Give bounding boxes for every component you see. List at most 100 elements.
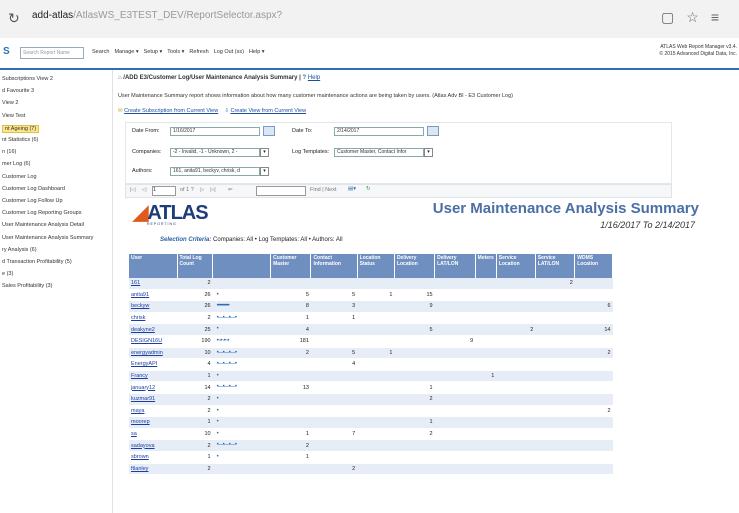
menu-item[interactable]: Help ▾ [249,49,265,55]
sidebar-item[interactable]: nt Statistics (6) [2,137,38,143]
app-logo-icon: S [3,46,10,57]
menu-item[interactable]: Setup ▾ [144,49,163,55]
menu-item[interactable]: Refresh [189,49,208,55]
address-bar[interactable]: add-atlas/AtlasWS_E3TEST_DEV/ReportSelec… [32,10,282,21]
log-templates-select[interactable]: Customer Master, Contact Infor [334,148,424,157]
calendar-icon[interactable] [427,126,439,136]
user-link[interactable]: anita91 [129,289,177,302]
table-cell [535,335,575,348]
sidebar-item[interactable]: View 2 [2,100,18,106]
column-header[interactable]: Total Log Count [177,254,214,278]
refresh-icon[interactable]: ↻ [8,11,22,25]
search-report-input[interactable]: Search Report Name [20,47,84,59]
hub-icon[interactable]: ≡ [711,9,731,25]
user-link[interactable]: Francy [129,370,177,383]
user-link[interactable]: beckyw [129,300,177,313]
sparkline-cell: • [212,405,271,418]
page-number-input[interactable]: 1 [152,186,176,196]
table-cell [434,428,476,441]
atlas-logo-subtitle: REPORTING [147,222,177,226]
table-cell: 10 [177,347,213,360]
find-next-link[interactable]: Find | Next [310,187,337,193]
export-icon[interactable]: ▤▾ [348,186,356,192]
sidebar-item[interactable]: Customer Log Dashboard [2,186,65,192]
user-link[interactable]: maya [129,405,177,418]
find-input[interactable] [256,186,306,196]
create-subscription-link[interactable]: Create Subscription from Current View [124,108,218,114]
user-link[interactable]: sa [129,428,177,441]
menu-item[interactable]: Search [92,49,109,55]
sidebar-item[interactable]: d Transaction Profitability (5) [2,259,72,265]
table-cell: 25 [177,323,213,336]
sidebar-item[interactable]: Customer Log Reporting Groups [2,210,81,216]
menu-item[interactable]: Log Out (ss) [214,49,244,55]
column-header[interactable]: User [129,254,178,278]
back-icon[interactable]: ⇐ [228,187,233,193]
user-link[interactable]: EnergyAPI [129,358,177,371]
sparkline: •—•—•—• [216,361,237,368]
sidebar-item[interactable]: Sales Profitability (3) [2,283,52,289]
table-cell [475,451,497,464]
table-cell: 9 [394,300,435,313]
sidebar-item[interactable]: User Maintenance Analysis Detail [2,222,84,228]
user-link[interactable]: chrisk [129,312,177,325]
next-page-icon[interactable]: ▷ [200,187,204,193]
last-page-icon[interactable]: ▷| [210,187,216,193]
user-link[interactable]: sadayova [129,439,177,452]
user-link[interactable]: kuzmar91 [129,393,177,406]
companies-select[interactable]: -2 - Invalid, -1 - Unknown, 2 - [170,148,260,157]
table-cell [574,358,613,371]
table-cell: 2 [496,323,536,336]
sidebar-item[interactable]: n (16) [2,149,16,155]
table-cell: 181 [270,335,311,348]
user-link[interactable]: deakyne2 [129,323,177,336]
sidebar-item[interactable]: User Maintenance Analysis Summary [2,235,93,241]
table-cell [394,335,435,348]
table-cell [475,358,497,371]
date-to-input[interactable]: 2/14/2017 [334,127,424,136]
table-cell [475,439,497,452]
sidebar-item[interactable]: e (3) [2,271,13,277]
sidebar-item[interactable]: d Favourite 3 [2,88,34,94]
dropdown-icon[interactable]: ▾ [260,148,269,157]
table-cell [496,370,536,383]
date-from-input[interactable]: 1/16/2017 [170,127,260,136]
dropdown-icon[interactable]: ▾ [260,167,269,176]
user-link[interactable]: ftlanley [129,463,177,476]
create-view-link[interactable]: Create View from Current View [230,108,306,114]
table-cell [496,451,536,464]
user-link[interactable]: 161 [129,278,177,290]
sidebar-item[interactable]: mer Log (6) [2,161,30,167]
user-link[interactable]: energyadmin [129,347,177,360]
table-cell [434,300,476,313]
sparkline: •—•—•—• [216,442,237,449]
column-header: Location Status [357,254,395,278]
refresh-report-icon[interactable]: ↻ [366,186,371,192]
companies-label: Companies: [132,149,162,155]
menu-item[interactable]: Manage ▾ [114,49,138,55]
column-header: Delivery LAT/LON [434,254,476,278]
table-row: Francy 1 • 1 [129,370,613,383]
help-link[interactable]: Help [308,75,320,81]
sidebar-item[interactable]: View Test [2,113,25,119]
user-link[interactable]: sbrown [129,451,177,464]
sidebar-item[interactable]: nt Ageing (7) [2,124,40,133]
sidebar-item[interactable]: ry Analysis (6) [2,247,37,253]
prev-page-icon[interactable]: ◁ [142,187,146,193]
favorite-star-icon[interactable]: ☆ [686,9,711,25]
column-header: Delivery Location [394,254,436,278]
authors-select[interactable]: 161, anita91, beckyv, chrisk, d [170,167,260,176]
first-page-icon[interactable]: |◁ [130,187,136,193]
sidebar-item[interactable]: Customer Log [2,174,37,180]
table-cell [270,463,311,476]
sidebar-item[interactable]: Subscriptions View 2 [2,76,53,82]
sidebar-item[interactable]: Customer Log Follow Up [2,198,63,204]
calendar-icon[interactable] [263,126,275,136]
menu-item[interactable]: Tools ▾ [167,49,184,55]
table-cell [574,335,613,348]
dropdown-icon[interactable]: ▾ [424,148,433,157]
user-link[interactable]: moorep [129,416,177,429]
user-link[interactable]: DESIGN16U [129,335,177,348]
reading-view-icon[interactable]: ▢ [661,9,686,25]
user-link[interactable]: january12 [129,381,177,394]
